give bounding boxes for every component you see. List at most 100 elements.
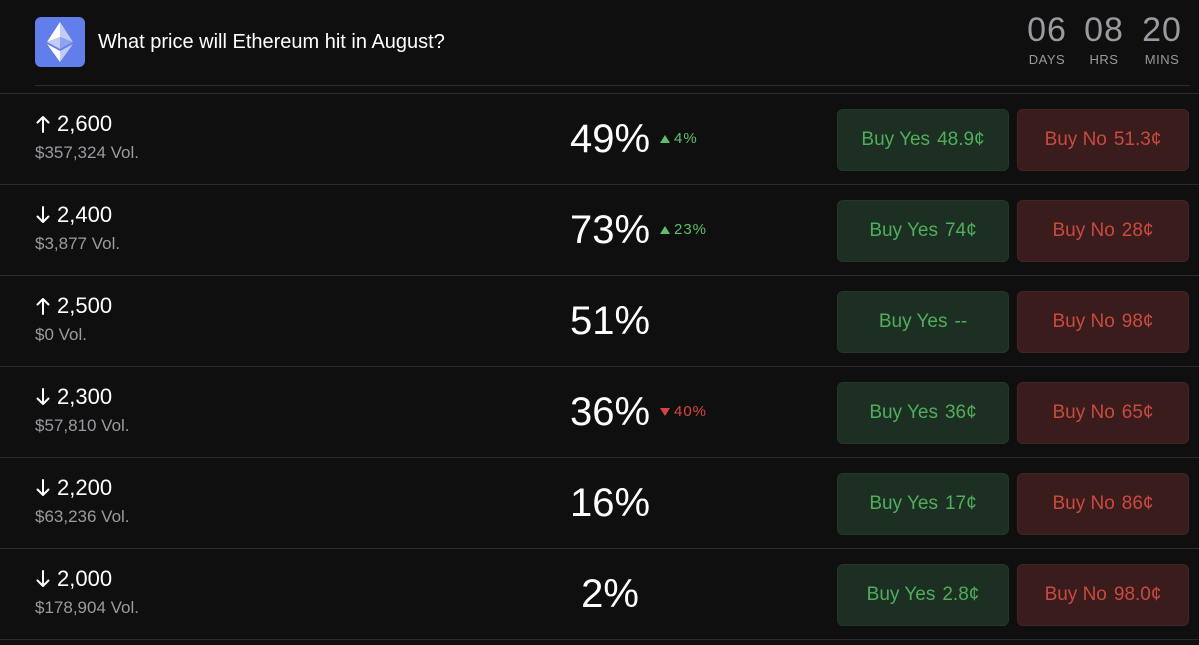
buy-no-label: Buy No	[1044, 129, 1107, 150]
probability: 51%	[569, 299, 651, 343]
buy-no-price: 51.3¢	[1113, 129, 1162, 150]
countdown-hours: 08 HRS	[1074, 10, 1134, 67]
buy-yes-price: --	[954, 311, 968, 332]
buy-no-button[interactable]: Buy No 65¢	[1017, 382, 1189, 444]
buy-yes-button[interactable]: Buy Yes 48.9¢	[837, 109, 1009, 171]
probability: 36%	[569, 390, 651, 434]
probability-change: 4%	[660, 130, 698, 147]
buy-no-price: 98¢	[1121, 311, 1154, 332]
buy-yes-price: 36¢	[944, 402, 977, 423]
arrow-down-icon	[35, 205, 51, 225]
header-divider	[35, 85, 1190, 86]
countdown-minutes-value: 20	[1142, 11, 1182, 49]
market-info: 2,300 $57,810 Vol.	[35, 384, 130, 436]
buy-yes-label: Buy Yes	[861, 129, 931, 150]
market-volume: $63,236 Vol.	[35, 507, 130, 526]
buy-no-button[interactable]: Buy No 86¢	[1017, 473, 1189, 535]
strike-price: 2,600	[35, 111, 139, 137]
probability: 49%	[569, 117, 651, 161]
market-row[interactable]: 2,300 $57,810 Vol. 36% 40% Buy Yes 36¢ B…	[0, 366, 1199, 457]
arrow-up-icon	[35, 114, 51, 134]
arrow-up-icon	[35, 296, 51, 316]
strike-value: 2,300	[57, 384, 113, 409]
countdown-days-value: 06	[1027, 11, 1067, 49]
buy-yes-button[interactable]: Buy Yes 2.8¢	[837, 564, 1009, 626]
strike-value: 2,000	[57, 566, 113, 591]
triangle-up-icon	[660, 134, 670, 143]
probability-change-value: 40%	[674, 403, 708, 420]
buy-yes-label: Buy Yes	[869, 493, 938, 514]
countdown-minutes-unit: MINS	[1144, 52, 1180, 67]
probability-change-value: 23%	[674, 221, 708, 238]
probability: 16%	[569, 481, 651, 525]
arrow-down-icon	[35, 387, 51, 407]
market-page: What price will Ethereum hit in August? …	[0, 0, 1199, 645]
market-row[interactable]: 2,600 $357,324 Vol. 49% 4% Buy Yes 48.9¢…	[0, 93, 1199, 184]
probability-change-value: 4%	[674, 130, 698, 147]
buy-no-price: 65¢	[1121, 402, 1154, 423]
buy-no-button[interactable]: Buy No 98.0¢	[1017, 564, 1189, 626]
market-row[interactable]: 2,500 $0 Vol. 51% Buy Yes -- Buy No 98¢	[0, 275, 1199, 366]
strike-value: 2,500	[57, 293, 113, 318]
market-info: 2,200 $63,236 Vol.	[35, 475, 130, 527]
ethereum-icon	[35, 17, 85, 67]
countdown-hours-value: 08	[1084, 11, 1124, 49]
buy-yes-label: Buy Yes	[878, 311, 948, 332]
probability: 73%	[569, 208, 651, 252]
strike-price: 2,400	[35, 202, 120, 228]
market-volume: $3,877 Vol.	[35, 234, 121, 253]
probability-change: 40%	[660, 403, 707, 420]
buy-no-label: Buy No	[1044, 584, 1107, 605]
strike-price: 2,000	[35, 566, 139, 592]
countdown-minutes: 20 MINS	[1132, 10, 1192, 67]
buy-yes-button[interactable]: Buy Yes 17¢	[837, 473, 1009, 535]
strike-price: 2,500	[35, 293, 112, 319]
buy-yes-button[interactable]: Buy Yes 74¢	[837, 200, 1009, 262]
buy-no-price: 98.0¢	[1113, 584, 1162, 605]
strike-price: 2,200	[35, 475, 130, 501]
market-info: 2,600 $357,324 Vol.	[35, 111, 139, 163]
strike-value: 2,400	[57, 202, 113, 227]
buy-no-button[interactable]: Buy No 98¢	[1017, 291, 1189, 353]
buy-no-label: Buy No	[1052, 493, 1115, 514]
market-row[interactable]: 2,000 $178,904 Vol. 2% Buy Yes 2.8¢ Buy …	[0, 548, 1199, 640]
buy-yes-button[interactable]: Buy Yes 36¢	[837, 382, 1009, 444]
buy-no-label: Buy No	[1052, 402, 1115, 423]
market-volume: $178,904 Vol.	[35, 598, 139, 617]
buy-no-label: Buy No	[1052, 311, 1115, 332]
market-row[interactable]: 2,400 $3,877 Vol. 73% 23% Buy Yes 74¢ Bu…	[0, 184, 1199, 275]
buy-yes-label: Buy Yes	[869, 220, 938, 241]
buy-yes-label: Buy Yes	[866, 584, 936, 605]
probability: 2%	[581, 572, 639, 616]
market-info: 2,400 $3,877 Vol.	[35, 202, 120, 254]
buy-no-label: Buy No	[1052, 220, 1115, 241]
market-row[interactable]: 2,200 $63,236 Vol. 16% Buy Yes 17¢ Buy N…	[0, 457, 1199, 548]
arrow-down-icon	[35, 478, 51, 498]
buy-yes-price: 74¢	[944, 220, 977, 241]
market-volume: $0 Vol.	[35, 325, 87, 344]
market-volume: $57,810 Vol.	[35, 416, 130, 435]
probability-change: 23%	[660, 221, 707, 238]
countdown-hours-unit: HRS	[1089, 52, 1119, 67]
market-header: What price will Ethereum hit in August? …	[0, 0, 1199, 86]
market-list: 2,600 $357,324 Vol. 49% 4% Buy Yes 48.9¢…	[0, 93, 1199, 640]
buy-no-price: 86¢	[1121, 493, 1154, 514]
buy-yes-price: 2.8¢	[942, 584, 980, 605]
buy-yes-label: Buy Yes	[869, 402, 938, 423]
market-info: 2,000 $178,904 Vol.	[35, 566, 139, 618]
buy-yes-button[interactable]: Buy Yes --	[837, 291, 1009, 353]
buy-no-button[interactable]: Buy No 51.3¢	[1017, 109, 1189, 171]
buy-no-button[interactable]: Buy No 28¢	[1017, 200, 1189, 262]
buy-no-price: 28¢	[1121, 220, 1154, 241]
strike-price: 2,300	[35, 384, 130, 410]
triangle-down-icon	[660, 407, 670, 416]
buy-yes-price: 17¢	[944, 493, 977, 514]
strike-value: 2,200	[57, 475, 113, 500]
market-info: 2,500 $0 Vol.	[35, 293, 112, 345]
arrow-down-icon	[35, 569, 51, 589]
strike-value: 2,600	[57, 111, 113, 136]
triangle-up-icon	[660, 225, 670, 234]
market-title: What price will Ethereum hit in August?	[98, 31, 445, 53]
buy-yes-price: 48.9¢	[937, 129, 985, 150]
countdown-days-unit: DAYS	[1028, 52, 1066, 67]
